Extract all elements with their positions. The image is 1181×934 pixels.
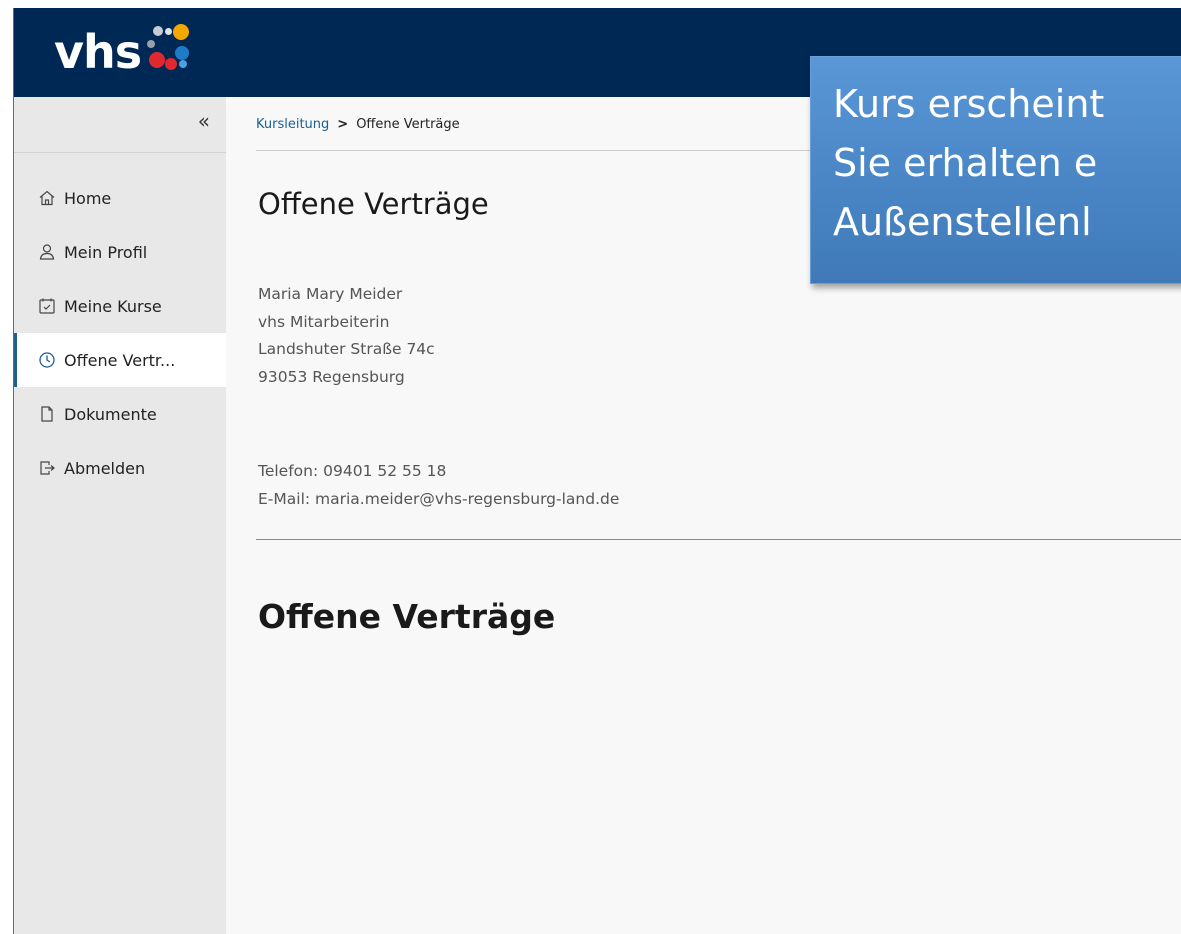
- tutorial-callout: Kurs erscheint Sie erhalten e Außenstell…: [810, 56, 1181, 284]
- logo-dots-icon: [143, 24, 195, 80]
- sidebar-item-courses[interactable]: Meine Kurse: [14, 279, 226, 333]
- contact-name: Maria Mary Meider: [258, 285, 403, 303]
- clock-icon: [38, 351, 56, 369]
- sidebar-item-label: Abmelden: [64, 458, 146, 478]
- vhs-logo[interactable]: vhs: [54, 22, 195, 82]
- contact-street: Landshuter Straße 74c: [258, 340, 435, 358]
- section-title: Offene Verträge: [258, 597, 556, 636]
- contact-city: 93053 Regensburg: [258, 367, 405, 386]
- sidebar-nav: Home Mein Profil Meine Kurse Offene Vert…: [14, 171, 226, 495]
- document-icon: [38, 405, 56, 423]
- sidebar: « Home Mein Profil Meine Kurse Offene Ve…: [14, 97, 226, 934]
- callout-line-3: Außenstellenl: [833, 200, 1092, 244]
- contact-email: E-Mail: maria.meider@vhs-regensburg-land…: [258, 489, 620, 508]
- sidebar-item-open-contracts[interactable]: Offene Vertr...: [14, 333, 226, 387]
- sidebar-item-label: Dokumente: [64, 404, 157, 424]
- sidebar-item-label: Meine Kurse: [64, 296, 162, 316]
- sidebar-item-documents[interactable]: Dokumente: [14, 387, 226, 441]
- sidebar-item-label: Home: [64, 188, 112, 208]
- breadcrumb-current: Offene Verträge: [356, 117, 460, 132]
- sidebar-item-label: Mein Profil: [64, 242, 148, 262]
- page-title: Offene Verträge: [258, 187, 489, 221]
- breadcrumb-separator: >: [337, 117, 349, 132]
- sidebar-collapse-row: «: [14, 97, 226, 153]
- logo-text: vhs: [54, 25, 142, 79]
- user-icon: [38, 243, 56, 261]
- contact-block: Telefon: 09401 52 55 18 E-Mail: maria.me…: [258, 458, 619, 513]
- sidebar-item-profile[interactable]: Mein Profil: [14, 225, 226, 279]
- collapse-sidebar-button[interactable]: «: [198, 109, 210, 133]
- callout-line-2: Sie erhalten e: [833, 141, 1098, 185]
- logout-icon: [38, 459, 56, 477]
- window-edge: [0, 0, 14, 934]
- sidebar-item-home[interactable]: Home: [14, 171, 226, 225]
- sidebar-item-label: Offene Vertr...: [64, 350, 176, 370]
- breadcrumb-link-kursleitung[interactable]: Kursleitung: [256, 117, 329, 132]
- calendar-check-icon: [38, 297, 56, 315]
- section-divider: [256, 539, 1181, 540]
- sidebar-item-logout[interactable]: Abmelden: [14, 441, 226, 495]
- callout-line-1: Kurs erscheint: [833, 82, 1105, 126]
- contact-phone: Telefon: 09401 52 55 18: [258, 462, 447, 480]
- breadcrumb: Kursleitung > Offene Verträge: [256, 117, 460, 132]
- home-icon: [38, 189, 56, 207]
- contact-role: vhs Mitarbeiterin: [258, 312, 390, 331]
- address-block: Maria Mary Meider vhs Mitarbeiterin Land…: [258, 281, 435, 391]
